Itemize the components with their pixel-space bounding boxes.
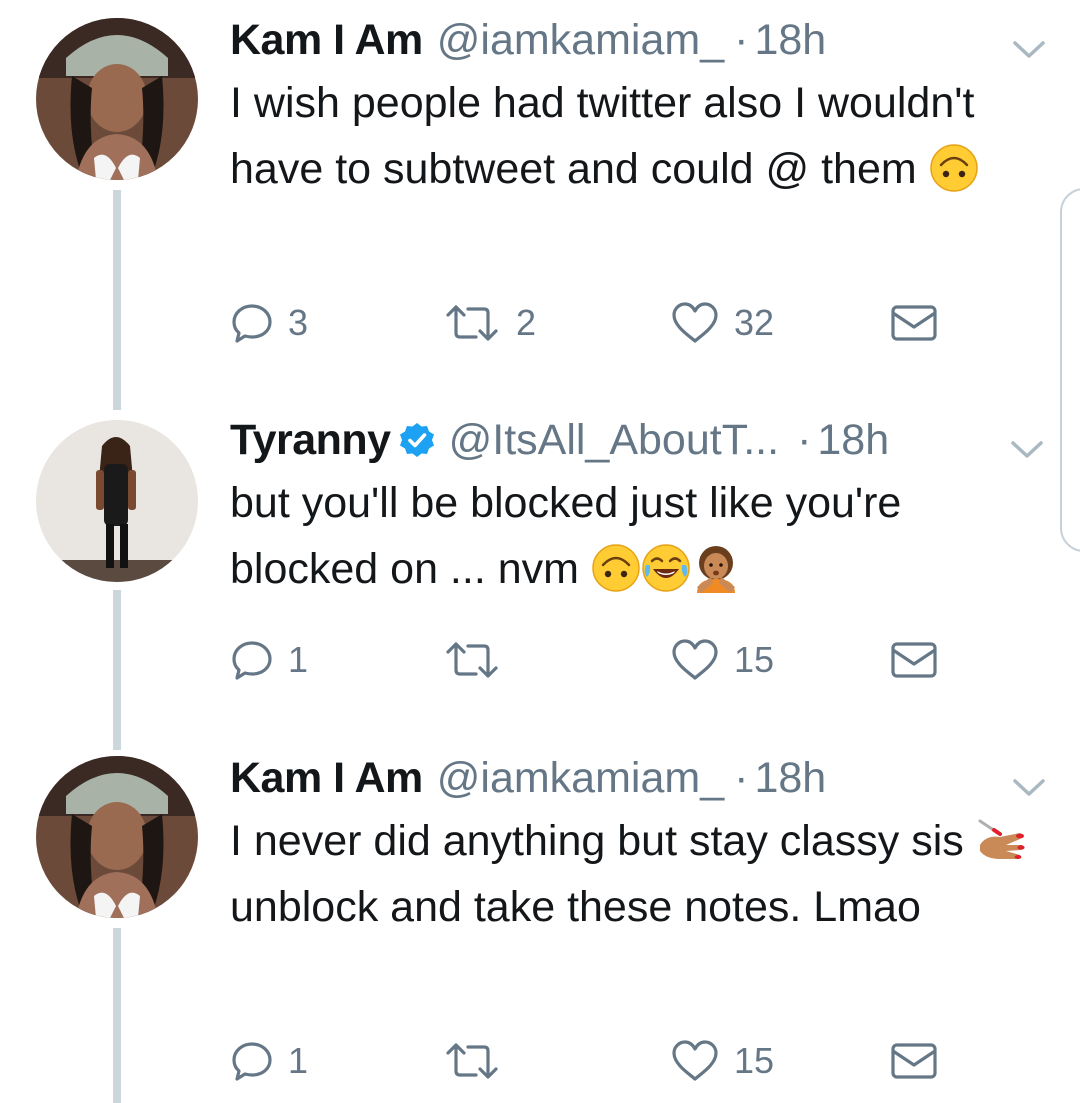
chevron-down-icon[interactable] — [1012, 40, 1046, 60]
timestamp[interactable]: 18h — [817, 410, 889, 470]
person-gesturing-no-emoji-icon — [696, 546, 735, 593]
tweet-text: I never did anything but stay classy sis… — [230, 808, 1040, 940]
nail-polish-emoji-icon — [978, 819, 1025, 859]
tweet-header: Tyranny @ItsAll_AboutT... · 18h — [230, 410, 889, 470]
heart-icon — [672, 302, 718, 343]
direct-message-button[interactable] — [890, 630, 938, 690]
direct-message-button[interactable] — [890, 293, 938, 353]
tweet[interactable]: Kam I Am @iamkamiam_ · 18h I never did a… — [0, 748, 1080, 1103]
reply-icon — [232, 1042, 272, 1081]
tweet-text-part: unblock and take these notes. Lmao — [230, 883, 921, 931]
direct-message-button[interactable] — [890, 1031, 938, 1091]
like-count: 32 — [734, 302, 775, 343]
retweet-icon — [446, 642, 498, 678]
user-handle[interactable]: @iamkamiam_ — [437, 10, 724, 70]
tweet-text-part: I wish people had twitter also I wouldn'… — [230, 79, 975, 193]
upside-down-face-emoji-icon — [592, 544, 640, 592]
tears-of-joy-emoji-icon — [642, 544, 690, 592]
separator-dot: · — [734, 754, 749, 802]
avatar[interactable] — [36, 420, 198, 582]
tweet-header: Kam I Am @iamkamiam_ · 18h — [230, 748, 826, 808]
tweet-actions: 1 15 — [230, 1031, 950, 1091]
tweet-actions: 1 15 — [230, 630, 950, 690]
envelope-icon — [891, 305, 937, 341]
like-button[interactable]: 32 — [670, 293, 774, 353]
envelope-icon — [891, 642, 937, 678]
timestamp[interactable]: 18h — [754, 10, 826, 70]
like-count: 15 — [734, 639, 775, 680]
chevron-down-icon[interactable] — [1012, 778, 1046, 798]
timestamp[interactable]: 18h — [754, 748, 826, 808]
tweet[interactable]: Tyranny @ItsAll_AboutT... · 18h but you'… — [0, 410, 1080, 740]
reply-icon — [232, 641, 272, 680]
tweet-text: I wish people had twitter also I wouldn'… — [230, 70, 1040, 202]
user-handle[interactable]: @ItsAll_AboutT... — [449, 410, 779, 470]
heart-icon — [672, 639, 718, 680]
envelope-icon — [891, 1043, 937, 1079]
reply-count: 1 — [288, 1040, 309, 1081]
retweet-button[interactable]: 2 — [442, 293, 536, 353]
retweet-icon — [446, 1043, 498, 1079]
reply-button[interactable]: 3 — [230, 293, 308, 353]
reply-count: 1 — [288, 639, 309, 680]
tweet-actions: 3 2 32 — [230, 293, 950, 353]
upside-down-face-emoji-icon — [929, 144, 978, 192]
chevron-down-icon[interactable] — [1010, 440, 1044, 460]
verified-badge-icon — [399, 423, 434, 457]
separator-dot: · — [797, 416, 812, 464]
tweet-text-part: but you'll be blocked just like you're b… — [230, 479, 902, 593]
tweet[interactable]: Kam I Am @iamkamiam_ · 18h I wish people… — [0, 10, 1080, 360]
reply-button[interactable]: 1 — [230, 630, 308, 690]
reply-count: 3 — [288, 302, 309, 343]
tweet-text: but you'll be blocked just like you're b… — [230, 470, 1040, 602]
like-button[interactable]: 15 — [670, 630, 774, 690]
like-button[interactable]: 15 — [670, 1031, 774, 1091]
tweet-header: Kam I Am @iamkamiam_ · 18h — [230, 10, 826, 70]
display-name[interactable]: Kam I Am — [230, 10, 423, 70]
avatar[interactable] — [36, 18, 198, 180]
retweet-button[interactable] — [442, 630, 516, 690]
separator-dot: · — [734, 16, 749, 64]
retweet-icon — [446, 305, 498, 341]
heart-icon — [672, 1040, 718, 1081]
like-count: 15 — [734, 1040, 775, 1081]
tweet-thread: Kam I Am @iamkamiam_ · 18h I wish people… — [0, 0, 1080, 1103]
reply-icon — [232, 304, 272, 343]
user-handle[interactable]: @iamkamiam_ — [437, 748, 724, 808]
retweet-button[interactable] — [442, 1031, 516, 1091]
reply-button[interactable]: 1 — [230, 1031, 308, 1091]
display-name[interactable]: Kam I Am — [230, 748, 423, 808]
avatar[interactable] — [36, 756, 198, 918]
tweet-text-part: I never did anything but stay classy sis — [230, 817, 976, 865]
display-name[interactable]: Tyranny — [230, 410, 391, 470]
retweet-count: 2 — [516, 302, 537, 343]
